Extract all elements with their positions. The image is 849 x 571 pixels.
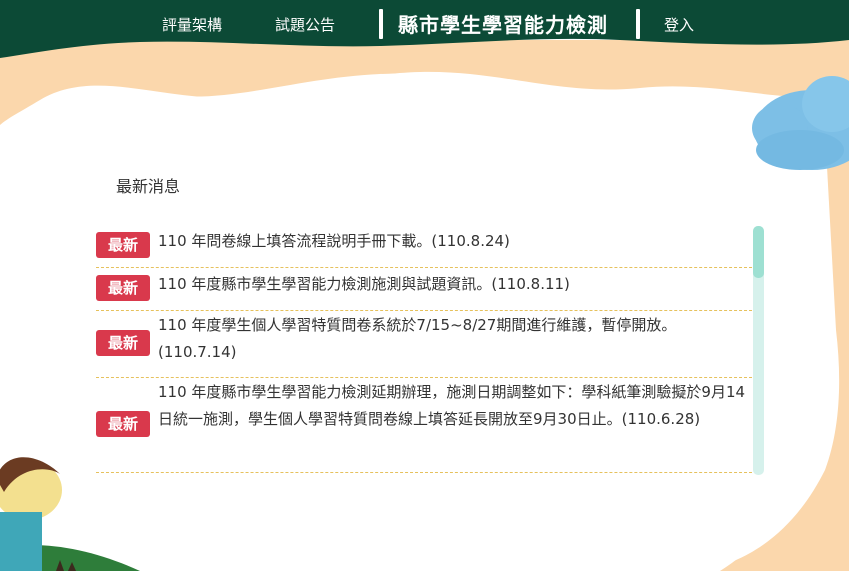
login-link[interactable]: 登入 [664, 14, 694, 35]
scrollbar[interactable] [753, 226, 764, 475]
news-item: 最新 110 年問卷線上填答流程說明手冊下載。(110.8.24) [96, 225, 752, 268]
news-list: 最新 110 年問卷線上填答流程說明手冊下載。(110.8.24) 最新 110… [96, 225, 752, 475]
new-badge: 最新 [96, 330, 150, 356]
scrollbar-thumb[interactable] [753, 226, 764, 278]
nav-item-framework[interactable]: 評量架構 [162, 14, 222, 35]
title-separator-right [636, 9, 640, 39]
news-link[interactable]: 110 年度縣市學生學習能力檢測延期辦理，施測日期調整如下：學科紙筆測驗擬於9月… [158, 379, 750, 433]
news-item: 最新 110 年度縣市學生學習能力檢測施測與試題資訊。(110.8.11) [96, 268, 752, 311]
new-badge: 最新 [96, 411, 150, 437]
new-badge: 最新 [96, 275, 150, 301]
news-link[interactable]: 110 年問卷線上填答流程說明手冊下載。(110.8.24) [158, 228, 750, 255]
site-title: 縣市學生學習能力檢測 [398, 13, 608, 37]
nav-item-announcements[interactable]: 試題公告 [275, 14, 335, 35]
news-link[interactable]: 110 年度縣市學生學習能力檢測施測與試題資訊。(110.8.11) [158, 271, 750, 298]
news-link[interactable]: 110 年度學生個人學習特質問卷系統於7/15~8/27期間進行維護，暫停開放。… [158, 312, 750, 366]
section-title-latest-news: 最新消息 [116, 177, 181, 196]
news-item: 最新 110 年度學生個人學習特質問卷系統於7/15~8/27期間進行維護，暫停… [96, 311, 752, 378]
top-navigation-bar: 評量架構 試題公告 縣市學生學習能力檢測 登入 [0, 0, 849, 58]
title-separator-left [379, 9, 383, 39]
new-badge: 最新 [96, 232, 150, 258]
news-item: 最新 110 年度縣市學生學習能力檢測延期辦理，施測日期調整如下：學科紙筆測驗擬… [96, 378, 752, 473]
